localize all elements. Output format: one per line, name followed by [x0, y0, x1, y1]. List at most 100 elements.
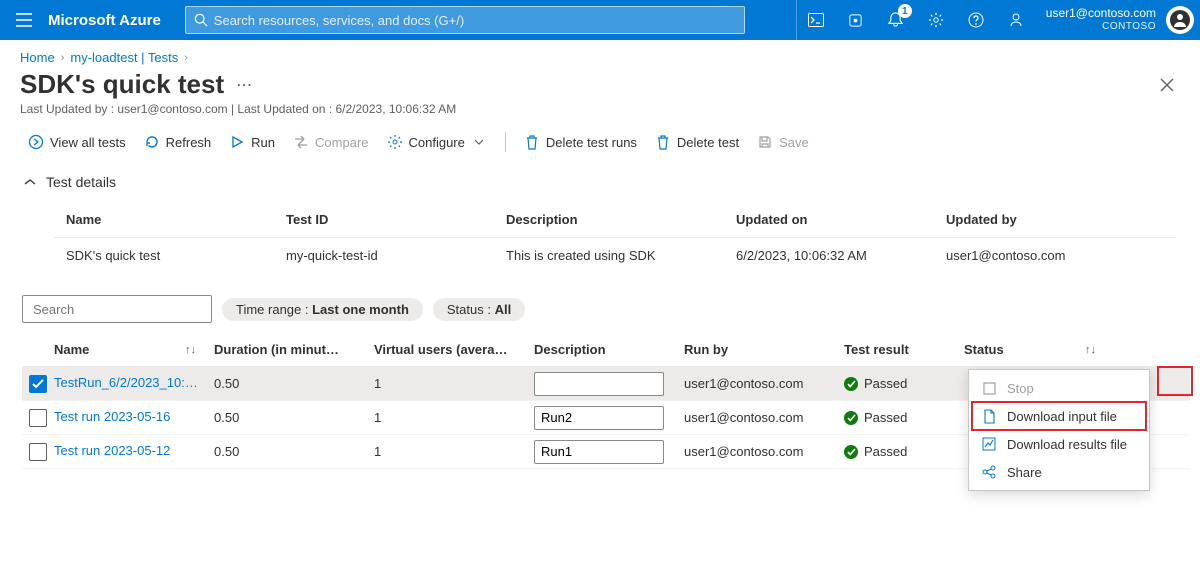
- chevron-up-icon: [24, 178, 36, 186]
- col-test-id: Test ID: [286, 212, 506, 227]
- help-button[interactable]: [956, 0, 996, 40]
- delete-test-button[interactable]: Delete test: [647, 130, 747, 154]
- delete-test-label: Delete test: [677, 135, 739, 150]
- gear-icon: [387, 134, 403, 150]
- user-email: user1@contoso.com: [1046, 6, 1156, 21]
- run-name-link[interactable]: Test run 2023-05-12: [54, 443, 170, 458]
- cloud-shell-icon: [808, 13, 824, 27]
- trash-icon: [524, 134, 540, 150]
- delete-test-runs-button[interactable]: Delete test runs: [516, 130, 645, 154]
- command-bar: View all tests Refresh Run Compare Confi…: [0, 126, 1200, 158]
- details-data-row: SDK's quick test my-quick-test-id This i…: [54, 238, 1176, 273]
- brand-label[interactable]: Microsoft Azure: [48, 12, 181, 29]
- chart-file-icon: [981, 436, 997, 452]
- view-all-tests-label: View all tests: [50, 135, 126, 150]
- global-search-input[interactable]: [214, 13, 736, 28]
- close-blade-button[interactable]: [1154, 72, 1180, 98]
- view-all-tests-button[interactable]: View all tests: [20, 130, 134, 154]
- runs-table: Name↑↓ Duration (in minut… Virtual users…: [22, 333, 1190, 469]
- cell-run-by: user1@contoso.com: [684, 444, 844, 459]
- col-description: Description: [506, 212, 736, 227]
- cell-updated-on: 6/2/2023, 10:06:32 AM: [736, 248, 946, 263]
- copilot-button[interactable]: [836, 0, 876, 40]
- ctx-download-results-label: Download results file: [1007, 437, 1127, 452]
- col-run-description[interactable]: Description: [534, 342, 684, 357]
- refresh-button[interactable]: Refresh: [136, 130, 220, 154]
- run-description-input[interactable]: [534, 440, 664, 464]
- breadcrumb-home[interactable]: Home: [20, 50, 55, 65]
- tenant-label: CONTOSO: [1046, 21, 1156, 34]
- row-context-menu: Stop Download input file Download result…: [968, 369, 1150, 491]
- refresh-icon: [144, 134, 160, 150]
- hamburger-menu[interactable]: [0, 0, 48, 40]
- test-details-toggle[interactable]: Test details: [0, 158, 1200, 198]
- sort-icon: ↑↓: [185, 344, 204, 356]
- share-icon: [981, 464, 997, 480]
- time-range-value: Last one month: [312, 302, 409, 317]
- gear-icon: [928, 12, 944, 28]
- col-duration[interactable]: Duration (in minut…: [214, 342, 374, 357]
- status-filter[interactable]: Status : All: [433, 298, 525, 321]
- cell-vusers: 1: [374, 444, 534, 459]
- chevron-right-icon: ›: [184, 52, 188, 64]
- cell-duration: 0.50: [214, 410, 374, 425]
- run-button[interactable]: Run: [221, 130, 283, 154]
- save-label: Save: [779, 135, 809, 150]
- runs-search-input[interactable]: [33, 302, 209, 317]
- col-run-name[interactable]: Name↑↓: [54, 342, 214, 357]
- cell-name: SDK's quick test: [66, 248, 286, 263]
- ctx-download-input-label: Download input file: [1007, 409, 1117, 424]
- page-subtitle: Last Updated by : user1@contoso.com | La…: [0, 100, 1200, 126]
- close-icon: [1160, 78, 1174, 92]
- row-checkbox[interactable]: [29, 443, 47, 461]
- run-name-link[interactable]: Test run 2023-05-16: [54, 409, 170, 424]
- sort-icon: ↑↓: [1085, 344, 1104, 356]
- settings-button[interactable]: [916, 0, 956, 40]
- cell-run-by: user1@contoso.com: [684, 410, 844, 425]
- col-name: Name: [66, 212, 286, 227]
- configure-label: Configure: [409, 135, 465, 150]
- run-name-link[interactable]: TestRun_6/2/2023_10:0…: [54, 375, 204, 390]
- avatar-icon: [1170, 10, 1190, 30]
- time-range-label: Time range :: [236, 302, 312, 317]
- feedback-button[interactable]: [996, 0, 1036, 40]
- run-label: Run: [251, 135, 275, 150]
- cell-result: Passed: [844, 444, 964, 459]
- ctx-download-input[interactable]: Download input file: [969, 402, 1149, 430]
- menu-icon: [16, 13, 32, 27]
- cell-vusers: 1: [374, 376, 534, 391]
- breadcrumb: Home › my-loadtest | Tests ›: [0, 40, 1200, 69]
- avatar[interactable]: [1166, 6, 1194, 34]
- col-vusers[interactable]: Virtual users (avera…: [374, 342, 534, 357]
- row-checkbox[interactable]: [29, 409, 47, 427]
- ctx-download-results[interactable]: Download results file: [969, 430, 1149, 458]
- cell-result: Passed: [844, 376, 964, 391]
- cell-result: Passed: [844, 410, 964, 425]
- breadcrumb-tests[interactable]: my-loadtest | Tests: [70, 50, 178, 65]
- cell-duration: 0.50: [214, 376, 374, 391]
- run-description-input[interactable]: [534, 406, 664, 430]
- runs-search[interactable]: [22, 295, 212, 323]
- status-value: All: [495, 302, 512, 317]
- arrow-right-circle-icon: [28, 134, 44, 150]
- global-search[interactable]: [185, 6, 745, 34]
- row-checkbox[interactable]: [29, 375, 47, 393]
- notifications-button[interactable]: 1: [876, 0, 916, 40]
- configure-button[interactable]: Configure: [379, 130, 495, 154]
- test-details-label: Test details: [46, 174, 116, 190]
- cloud-shell-button[interactable]: [796, 0, 836, 40]
- col-run-by[interactable]: Run by: [684, 342, 844, 357]
- ctx-share[interactable]: Share: [969, 458, 1149, 486]
- copilot-icon: [848, 13, 863, 28]
- time-range-filter[interactable]: Time range : Last one month: [222, 298, 423, 321]
- account-menu[interactable]: user1@contoso.com CONTOSO: [1036, 6, 1166, 34]
- delete-test-runs-label: Delete test runs: [546, 135, 637, 150]
- title-more-button[interactable]: ⋯: [236, 75, 252, 95]
- col-updated-by: Updated by: [946, 212, 1164, 227]
- col-result[interactable]: Test result: [844, 342, 964, 357]
- refresh-label: Refresh: [166, 135, 212, 150]
- check-circle-icon: [844, 377, 858, 391]
- col-status[interactable]: Status↑↓: [964, 342, 1114, 357]
- run-description-input[interactable]: [534, 372, 664, 396]
- trash-icon: [655, 134, 671, 150]
